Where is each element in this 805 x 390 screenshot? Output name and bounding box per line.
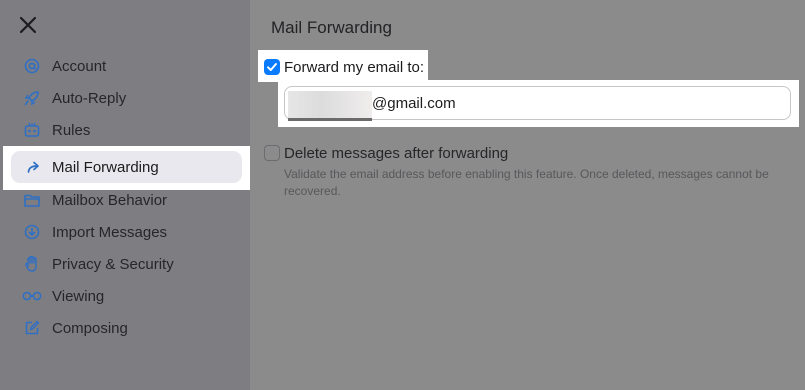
hand-icon: [22, 255, 42, 273]
sidebar-item-label: Privacy & Security: [52, 256, 174, 273]
sidebar-item-label: Import Messages: [52, 224, 168, 241]
robot-icon: [22, 121, 42, 139]
close-icon: [19, 16, 37, 34]
checkmark-icon: [267, 63, 277, 71]
forward-checkbox[interactable]: [264, 59, 280, 75]
helper-text: Validate the email address before enabli…: [284, 167, 769, 198]
forward-email-value: @gmail.com: [372, 95, 456, 112]
sidebar-item-auto-reply[interactable]: Auto-Reply: [0, 82, 250, 114]
sidebar-item-account[interactable]: Account: [0, 50, 250, 82]
at-icon: [22, 57, 42, 75]
sidebar-item-label: Mailbox Behavior: [52, 192, 168, 209]
sidebar-item-rules[interactable]: Rules: [0, 114, 250, 146]
delete-after-forwarding-label: Delete messages after forwarding: [284, 145, 509, 162]
forward-label: Forward my email to:: [284, 59, 425, 76]
sidebar-item-label: Account: [52, 58, 107, 75]
folder-icon: [22, 191, 42, 209]
sidebar-item-label: Viewing: [52, 288, 105, 305]
close-button[interactable]: [17, 14, 39, 36]
sidebar-item-label: Rules: [52, 122, 91, 139]
forward-email-field[interactable]: @gmail.com: [284, 86, 791, 121]
redacted-username: [288, 91, 372, 121]
sidebar: Account Auto-Reply Rules Mail Forwarding: [0, 0, 250, 390]
sidebar-item-label: Composing: [52, 320, 128, 337]
sidebar-item-mailbox-behavior[interactable]: Mailbox Behavior: [0, 184, 250, 216]
sidebar-item-label: Auto-Reply: [52, 90, 127, 107]
page-title: Mail Forwarding: [271, 18, 392, 37]
sidebar-item-composing[interactable]: Composing: [0, 312, 250, 344]
forward-arrow-icon: [25, 158, 45, 176]
compose-icon: [22, 319, 42, 337]
download-icon: [22, 223, 42, 241]
rocket-icon: [22, 89, 42, 107]
mail-forwarding-panel: Mail Forwarding Forward my email to: @gm…: [250, 0, 805, 390]
sidebar-item-import-messages[interactable]: Import Messages: [0, 216, 250, 248]
sidebar-item-privacy-security[interactable]: Privacy & Security: [0, 248, 250, 280]
delete-after-forwarding-checkbox[interactable]: [264, 145, 280, 161]
settings-nav: Account Auto-Reply Rules Mail Forwarding: [0, 50, 250, 344]
sidebar-item-label: Mail Forwarding: [52, 159, 159, 176]
sidebar-item-viewing[interactable]: Viewing: [0, 280, 250, 312]
glasses-icon: [22, 287, 42, 305]
